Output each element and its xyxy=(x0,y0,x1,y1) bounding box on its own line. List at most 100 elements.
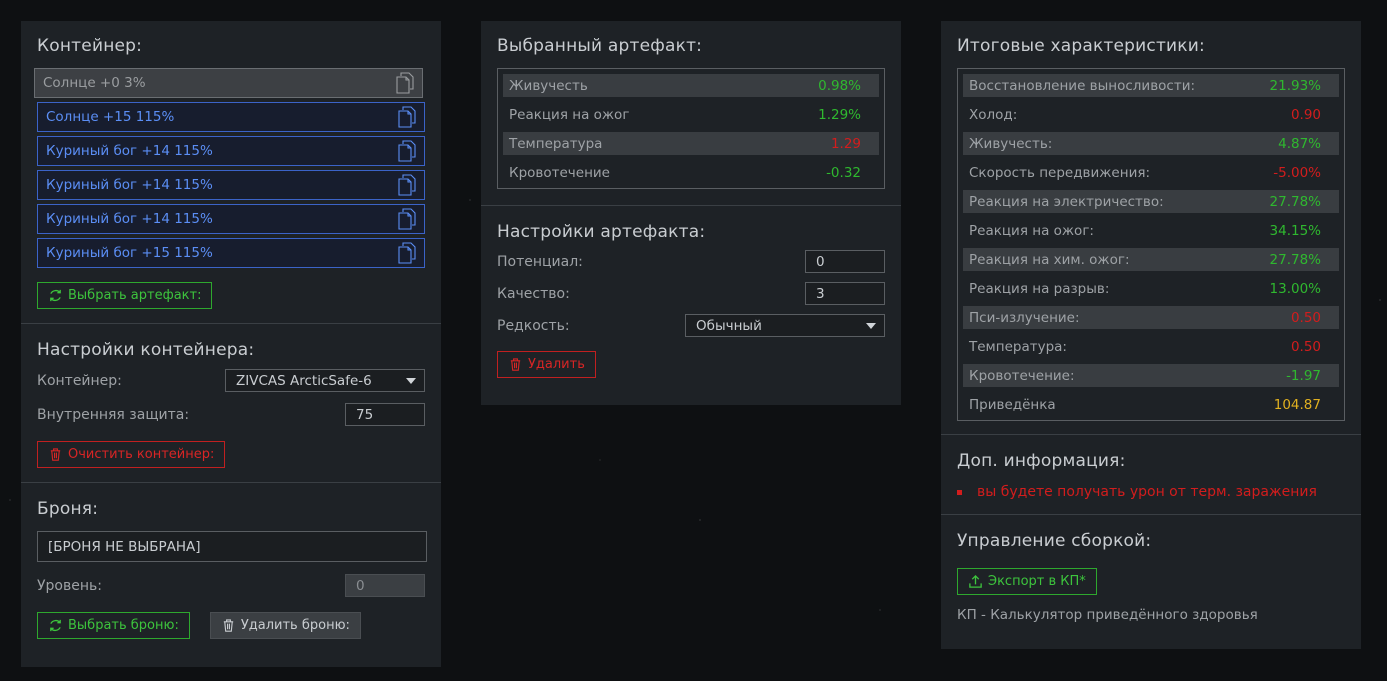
stat-label: Приведёнка xyxy=(969,396,1056,413)
stat-row: Кровотечение -0.32 xyxy=(503,161,879,184)
stat-row: Температура 1.29 xyxy=(503,132,879,155)
rarity-label: Редкость: xyxy=(497,317,570,334)
stat-label: Реакция на электричество: xyxy=(969,193,1164,210)
export-button[interactable]: Экспорт в КП* xyxy=(957,568,1097,595)
stat-label: Пси-излучение: xyxy=(969,309,1080,326)
stat-label: Реакция на ожог: xyxy=(969,222,1094,239)
inner-protection-input[interactable]: 75 xyxy=(345,403,425,426)
inner-protection-label: Внутренняя защита: xyxy=(37,406,190,423)
stat-label: Реакция на ожог xyxy=(509,106,630,123)
rarity-select-value: Обычный xyxy=(696,317,762,334)
footnote: КП - Калькулятор приведённого здоровья xyxy=(957,607,1258,623)
delete-armor-button[interactable]: Удалить броню: xyxy=(209,612,361,639)
stat-value: -1.97 xyxy=(1286,367,1321,384)
selected-artifact-title: Выбранный артефакт: xyxy=(497,36,703,56)
artifact-settings-section: Настройки артефакта: Потенциал: 0 Качест… xyxy=(481,206,901,392)
armor-title: Броня: xyxy=(37,499,99,519)
clear-container-button[interactable]: Очистить контейнер: xyxy=(37,441,226,468)
container-section: Контейнер: Солнце +0 3% Солнце +15 115% Ку… xyxy=(21,21,441,323)
copy-icon[interactable] xyxy=(398,242,416,264)
stat-row: Реакция на ожог 1.29% xyxy=(503,103,879,126)
bullet-icon xyxy=(957,489,962,495)
chevron-down-icon xyxy=(866,322,876,329)
container-settings-title: Настройки контейнера: xyxy=(37,340,255,360)
stat-label: Кровотечение xyxy=(509,164,610,181)
container-select-value: ZIVCAS ArcticSafe-6 xyxy=(236,372,372,389)
stat-row: Восстановление выносливости: 21.93% xyxy=(963,74,1339,97)
armor-section: Броня: [БРОНЯ НЕ ВЫБРАНА] Уровень: 0 Выб… xyxy=(21,483,441,653)
totals-stats: Восстановление выносливости: 21.93% Холод:… xyxy=(957,68,1345,421)
selected-artifact-section: Выбранный артефакт: Живучесть 0.98% Реакци… xyxy=(481,21,901,205)
stat-row: Реакция на электричество: 27.78% xyxy=(963,190,1339,213)
select-armor-button[interactable]: Выбрать броню: xyxy=(37,612,190,639)
stat-value: 0.50 xyxy=(1290,309,1321,326)
armor-value: [БРОНЯ НЕ ВЫБРАНА] xyxy=(48,538,201,555)
select-armor-label: Выбрать броню: xyxy=(68,618,179,633)
stat-label: Живучесть xyxy=(509,77,588,94)
stat-value: 27.78% xyxy=(1269,193,1321,210)
stat-label: Холод: xyxy=(969,106,1018,123)
stat-row: Реакция на ожог: 34.15% xyxy=(963,219,1339,242)
rarity-select[interactable]: Обычный xyxy=(685,314,885,337)
left-panel: Контейнер: Солнце +0 3% Солнце +15 115% Ку… xyxy=(21,21,441,667)
delete-armor-label: Удалить броню: xyxy=(240,618,350,633)
stat-value: 0.90 xyxy=(1290,106,1321,123)
chevron-down-icon xyxy=(406,377,416,384)
clear-container-label: Очистить контейнер: xyxy=(68,447,215,462)
container-title: Контейнер: xyxy=(37,36,143,56)
stat-row: Пси-излучение: 0.50 xyxy=(963,306,1339,329)
armor-field[interactable]: [БРОНЯ НЕ ВЫБРАНА] xyxy=(37,531,427,562)
level-value: 0 xyxy=(356,577,365,594)
copy-icon[interactable] xyxy=(398,174,416,196)
stat-value: 0.98% xyxy=(818,77,861,94)
info-section: Доп. информация: вы будете получать урон… xyxy=(941,435,1361,514)
stat-row: Живучесть 0.98% xyxy=(503,74,879,97)
inner-protection-value: 75 xyxy=(356,406,374,423)
stat-value: 13.00% xyxy=(1269,280,1321,297)
container-settings-section: Настройки контейнера: Контейнер: ZIVCAS … xyxy=(21,324,441,482)
stat-label: Реакция на хим. ожог: xyxy=(969,251,1130,268)
copy-icon[interactable] xyxy=(398,208,416,230)
container-slot[interactable]: Солнце +15 115% xyxy=(37,102,425,132)
level-input[interactable]: 0 xyxy=(345,574,425,597)
container-label: Контейнер: xyxy=(37,372,122,389)
stat-label: Восстановление выносливости: xyxy=(969,77,1196,94)
container-slot[interactable]: Куриный бог +14 115% xyxy=(37,136,425,166)
potential-input[interactable]: 0 xyxy=(805,250,885,273)
container-select[interactable]: ZIVCAS ArcticSafe-6 xyxy=(225,369,425,392)
container-slot[interactable]: Куриный бог +14 115% xyxy=(37,204,425,234)
quality-input[interactable]: 3 xyxy=(805,282,885,305)
refresh-icon xyxy=(50,289,61,302)
build-section: Управление сборкой: Экспорт в КП* КП - К… xyxy=(941,515,1361,637)
delete-artifact-label: Удалить xyxy=(528,357,585,372)
slot-label: Куриный бог +14 115% xyxy=(46,143,213,159)
build-title: Управление сборкой: xyxy=(957,531,1152,551)
stat-label: Реакция на разрыв: xyxy=(969,280,1110,297)
stat-value: -5.00% xyxy=(1273,164,1321,181)
stat-row: Холод: 0.90 xyxy=(963,103,1339,126)
potential-row: Потенциал: 0 xyxy=(497,250,885,273)
refresh-icon xyxy=(50,619,61,632)
stat-value: 21.93% xyxy=(1269,77,1321,94)
slot-label: Куриный бог +14 115% xyxy=(46,211,213,227)
container-slot[interactable]: Солнце +0 3% xyxy=(34,68,423,98)
delete-artifact-button[interactable]: Удалить xyxy=(497,351,596,378)
stat-row: Приведёнка 104.87 xyxy=(963,393,1339,416)
stat-row: Живучесть: 4.87% xyxy=(963,132,1339,155)
container-slot[interactable]: Куриный бог +14 115% xyxy=(37,170,425,200)
select-artifact-button[interactable]: Выбрать артефакт: xyxy=(37,282,213,309)
right-panel: Итоговые характеристики: Восстановление … xyxy=(941,21,1361,649)
copy-icon[interactable] xyxy=(396,72,414,94)
totals-title: Итоговые характеристики: xyxy=(957,36,1205,56)
artifact-settings-title: Настройки артефакта: xyxy=(497,222,706,242)
container-slots: Солнце +0 3% Солнце +15 115% Куриный бог +… xyxy=(34,68,425,268)
copy-icon[interactable] xyxy=(398,140,416,162)
stat-label: Кровотечение: xyxy=(969,367,1075,384)
totals-section: Итоговые характеристики: Восстановление … xyxy=(941,21,1361,434)
copy-icon[interactable] xyxy=(398,106,416,128)
stat-value: 27.78% xyxy=(1269,251,1321,268)
stat-value: 34.15% xyxy=(1269,222,1321,239)
quality-row: Качество: 3 xyxy=(497,282,885,305)
stat-row: Реакция на хим. ожог: 27.78% xyxy=(963,248,1339,271)
container-slot[interactable]: Куриный бог +15 115% xyxy=(37,238,425,268)
